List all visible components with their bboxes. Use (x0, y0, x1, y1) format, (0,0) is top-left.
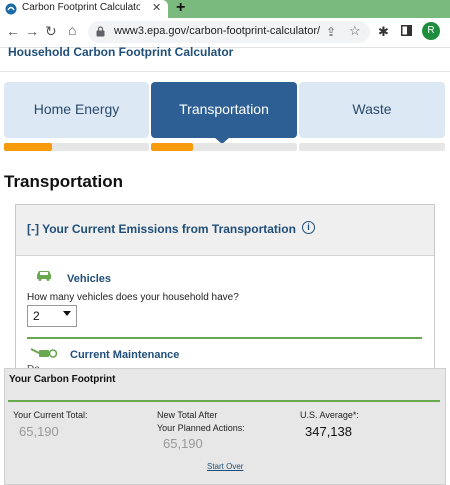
current-total-label: Your Current Total: (13, 410, 88, 420)
section-divider (27, 337, 422, 339)
section-title: Transportation (4, 172, 124, 191)
profile-avatar[interactable]: R (422, 22, 440, 40)
progress-fill (4, 143, 52, 151)
lock-icon[interactable] (96, 26, 105, 37)
footprint-divider (8, 400, 440, 402)
share-icon[interactable]: ⇪ (326, 25, 336, 39)
forward-arrow-icon[interactable]: → (25, 23, 39, 39)
back-arrow-icon[interactable]: ← (6, 23, 20, 39)
maintenance-label: Current Maintenance (70, 349, 180, 361)
progress-bar-transportation (151, 143, 297, 151)
close-tab-icon[interactable]: ✕ (152, 1, 161, 14)
new-total-value: 65,190 (163, 436, 203, 451)
reload-icon[interactable]: ↻ (45, 23, 57, 40)
side-panel-icon[interactable] (401, 25, 412, 36)
new-total-label: New Total After (157, 410, 218, 420)
tab-waste[interactable]: Waste (299, 82, 445, 138)
new-total-label-line2: Your Planned Actions: (157, 423, 245, 433)
progress-bar-waste (299, 143, 445, 151)
tab-home-energy[interactable]: Home Energy (4, 82, 149, 138)
oil-can-icon (30, 348, 58, 358)
emissions-panel-toggle[interactable]: [-] Your Current Emissions from Transpor… (27, 222, 296, 236)
heading-divider (0, 71, 450, 72)
page-heading: Household Carbon Footprint Calculator (8, 45, 234, 59)
vehicles-count-value[interactable]: 2 (33, 309, 40, 323)
info-icon[interactable]: i (302, 221, 315, 234)
url-text[interactable]: www3.epa.gov/carbon-footprint-calculator… (114, 25, 320, 37)
extensions-puzzle-icon[interactable]: ✱ (378, 24, 389, 40)
current-total-value: 65,190 (19, 424, 59, 439)
home-icon[interactable]: ⌂ (68, 22, 76, 38)
progress-bar-home-energy (4, 143, 149, 151)
vehicles-question: How many vehicles does your household ha… (27, 292, 239, 303)
tab-transportation[interactable]: Transportation (151, 82, 297, 138)
footprint-title: Your Carbon Footprint (9, 374, 116, 385)
start-over-link[interactable]: Start Over (207, 462, 243, 471)
new-tab-icon[interactable]: + (176, 0, 185, 17)
progress-fill (151, 143, 194, 151)
car-icon (37, 271, 51, 281)
browser-tab-title: Carbon Footprint Calculator | Cle (22, 2, 140, 13)
chevron-down-icon[interactable] (63, 311, 71, 316)
us-average-value: 347,138 (305, 424, 352, 439)
us-average-label: U.S. Average*: (300, 410, 359, 420)
epa-favicon-icon (5, 3, 17, 15)
vehicles-label: Vehicles (67, 273, 112, 285)
bookmark-star-icon[interactable]: ☆ (349, 23, 361, 39)
